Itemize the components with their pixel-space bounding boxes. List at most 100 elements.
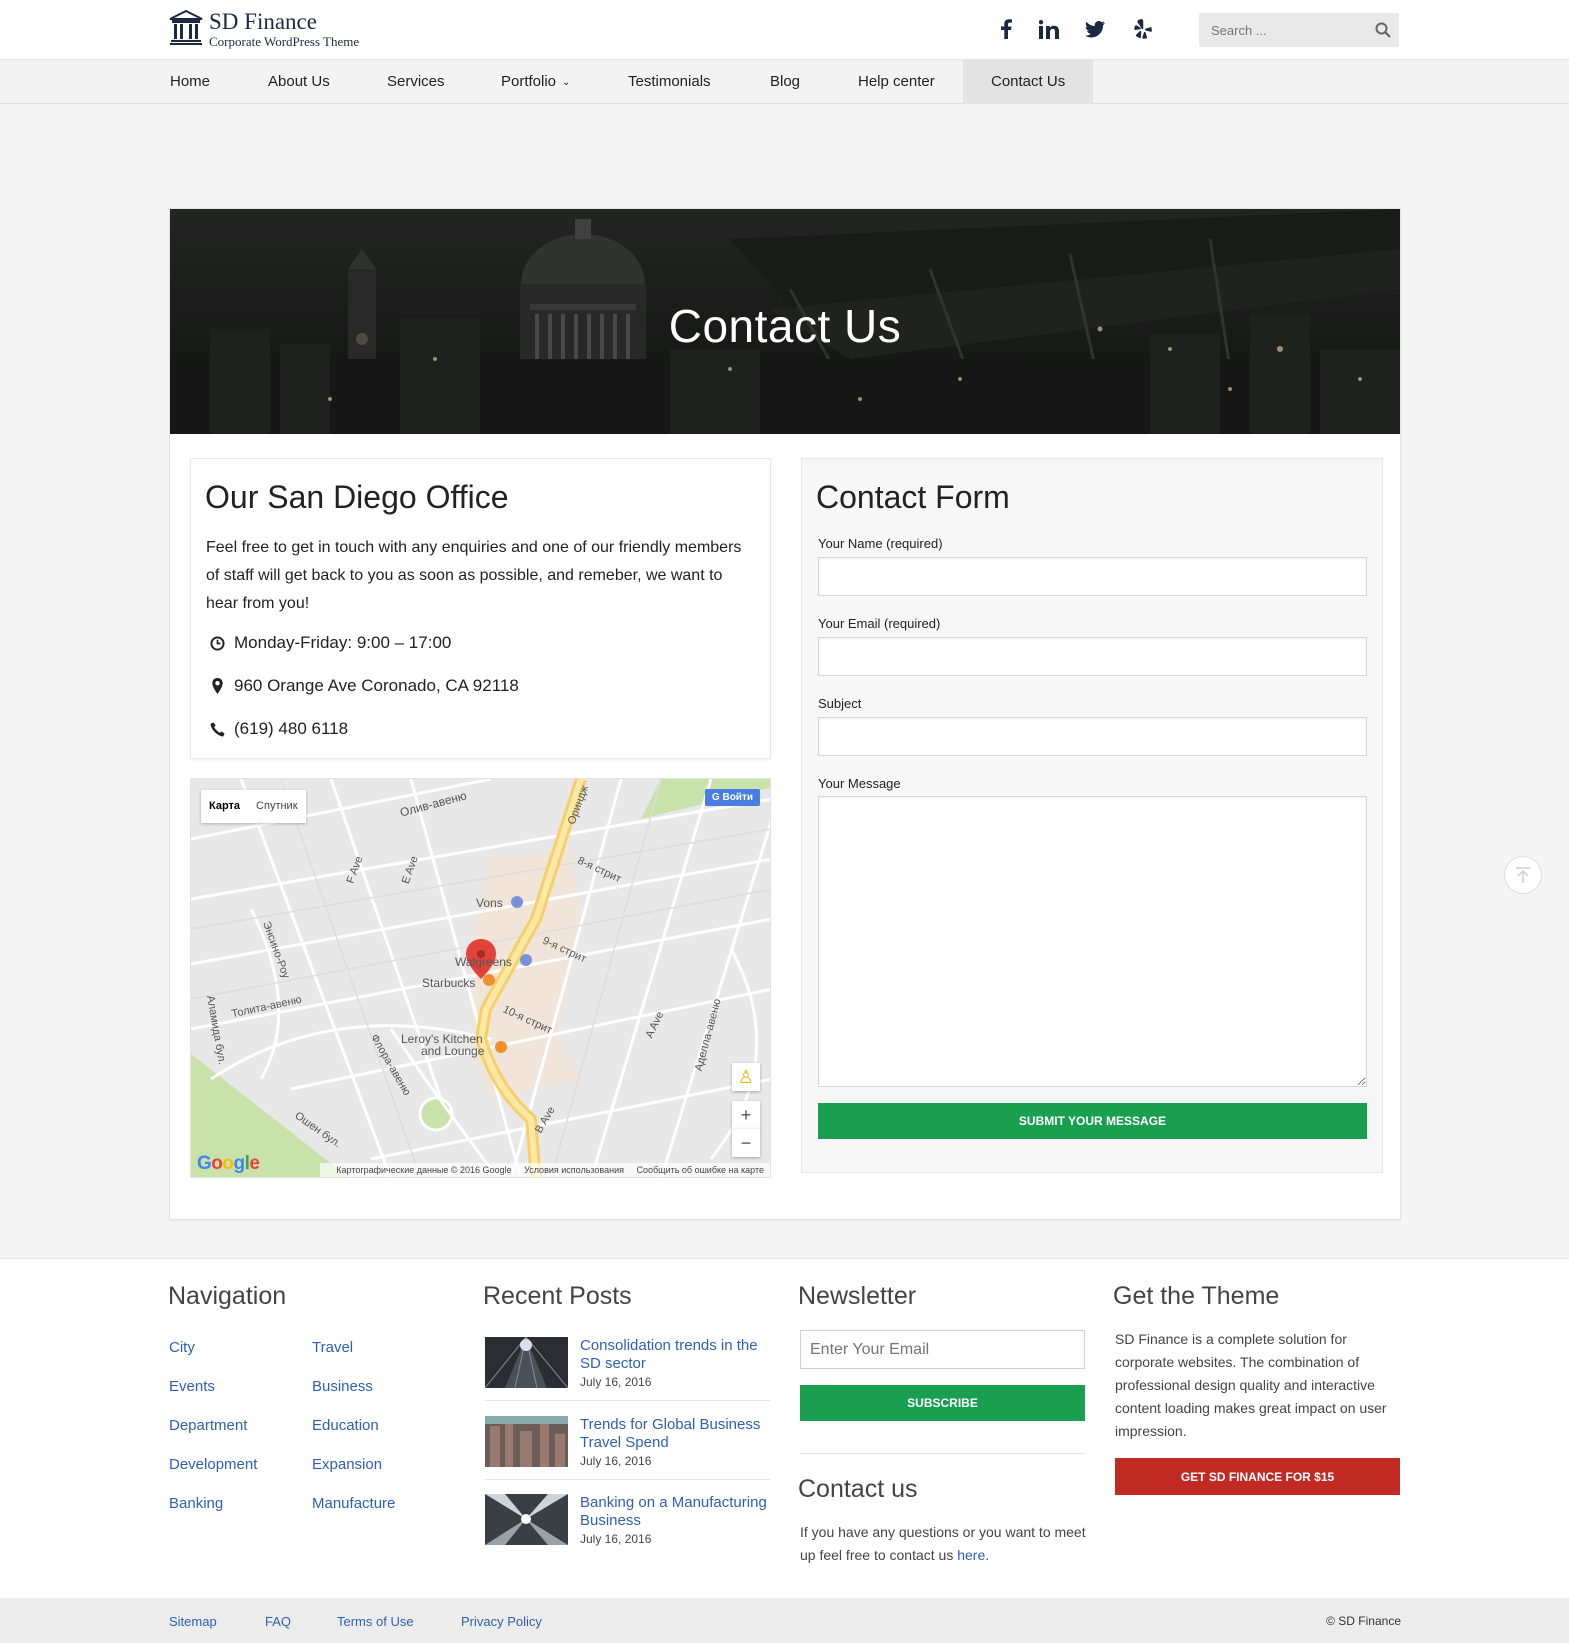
map-tab-map[interactable]: Карта: [201, 790, 248, 823]
bottom-bar: Sitemap FAQ Terms of Use Privacy Policy …: [0, 1598, 1569, 1643]
scroll-to-top-button[interactable]: [1504, 856, 1542, 894]
newsletter-email-input[interactable]: [800, 1330, 1085, 1369]
page-banner: Contact Us: [170, 209, 1400, 434]
search-icon[interactable]: [1375, 22, 1391, 38]
zoom-in-button[interactable]: +: [732, 1101, 760, 1129]
nav-services[interactable]: Services: [359, 60, 473, 104]
nav-blog[interactable]: Blog: [742, 60, 828, 104]
nav-testimonials-label: Testimonials: [628, 73, 711, 90]
content-container: Contact Us Our San Diego Office Feel fre…: [169, 208, 1401, 1220]
post-thumbnail[interactable]: [485, 1337, 568, 1388]
map-footer: Картографические данные © 2016 Google Ус…: [320, 1163, 770, 1177]
map-login-button[interactable]: G Войти: [704, 789, 760, 806]
post-title[interactable]: Trends for Global Business Travel Spend: [580, 1416, 770, 1452]
footer-link-events[interactable]: Events: [169, 1378, 215, 1395]
office-address-text: 960 Orange Ave Coronado, CA 92118: [234, 676, 519, 695]
copyright: © SD Finance: [1326, 1614, 1401, 1628]
footer-contact-text: If you have any questions or you want to…: [800, 1521, 1090, 1567]
nav-portfolio-label: Portfolio: [501, 73, 557, 90]
chevron-down-icon: ⌄: [562, 77, 571, 88]
nav-help-center[interactable]: Help center: [830, 60, 963, 104]
footer-link-business[interactable]: Business: [312, 1378, 373, 1395]
map-label-vons: Vons: [476, 896, 503, 910]
office-title: Our San Diego Office: [205, 479, 509, 515]
brand-subtitle: Corporate WordPress Theme: [209, 34, 360, 49]
footer-link-development[interactable]: Development: [169, 1456, 257, 1473]
footer-newsletter-title: Newsletter: [798, 1282, 917, 1310]
office-phone: (619) 480 6118: [210, 719, 348, 739]
submit-button[interactable]: SUBMIT YOUR MESSAGE: [818, 1103, 1367, 1139]
footer-contact-sentence: If you have any questions or you want to…: [800, 1524, 1086, 1563]
nav-contact-us[interactable]: Contact Us: [963, 60, 1094, 104]
yelp-icon[interactable]: [1128, 14, 1158, 44]
map-marker-icon: [212, 678, 223, 694]
map-report-link[interactable]: Сообщить об ошибке на карте: [637, 1165, 764, 1175]
facebook-icon[interactable]: [991, 14, 1021, 44]
nav-about-us[interactable]: About Us: [240, 60, 358, 104]
nav-services-label: Services: [387, 73, 445, 90]
post-title[interactable]: Banking on a Manufacturing Business: [580, 1494, 770, 1530]
office-info-card: Our San Diego Office Feel free to get in…: [190, 458, 771, 759]
get-theme-button[interactable]: GET SD FINANCE FOR $15: [1115, 1458, 1400, 1495]
recent-post[interactable]: Banking on a Manufacturing Business July…: [485, 1494, 770, 1564]
top-header: SD Finance Corporate WordPress Theme: [0, 0, 1569, 59]
linkedin-icon[interactable]: [1034, 14, 1064, 44]
office-hours-text: Monday-Friday: 9:00 – 17:00: [234, 633, 452, 652]
footer-link-banking[interactable]: Banking: [169, 1495, 223, 1512]
footer-link-city[interactable]: City: [169, 1339, 195, 1356]
office-description: Feel free to get in touch with any enqui…: [206, 539, 742, 612]
post-thumbnail[interactable]: [485, 1494, 568, 1545]
google-logo: Google: [197, 1153, 260, 1174]
search-input[interactable]: [1199, 13, 1359, 47]
subject-field[interactable]: [818, 717, 1367, 756]
footer-link-department[interactable]: Department: [169, 1417, 247, 1434]
contact-form: Contact Form Your Name (required) Your E…: [801, 458, 1383, 1173]
footer-link-expansion[interactable]: Expansion: [312, 1456, 382, 1473]
twitter-icon[interactable]: [1080, 14, 1110, 44]
privacy-link[interactable]: Privacy Policy: [461, 1614, 542, 1629]
map-tab-satellite[interactable]: Спутник: [248, 790, 305, 823]
footer-recent-posts-title: Recent Posts: [483, 1282, 632, 1310]
subscribe-button[interactable]: SUBSCRIBE: [800, 1385, 1085, 1421]
recent-post[interactable]: Consolidation trends in the SD sector Ju…: [485, 1337, 770, 1407]
message-field[interactable]: [818, 796, 1367, 1087]
nav-help-center-label: Help center: [858, 73, 935, 90]
nav-testimonials[interactable]: Testimonials: [600, 60, 739, 104]
map-type-control: Карта Спутник: [201, 790, 306, 823]
footer-link-manufacture[interactable]: Manufacture: [312, 1495, 395, 1512]
office-address: 960 Orange Ave Coronado, CA 92118: [210, 676, 519, 696]
post-date: July 16, 2016: [580, 1454, 652, 1468]
google-map[interactable]: Олив-авеню Vons Walgreens Starbucks Lero…: [190, 778, 771, 1178]
post-thumbnail[interactable]: [485, 1416, 568, 1467]
zoom-out-button[interactable]: −: [732, 1129, 760, 1157]
faq-link[interactable]: FAQ: [265, 1614, 291, 1629]
nav-contact-us-label: Contact Us: [991, 73, 1066, 90]
arrow-up-icon: [1516, 867, 1530, 883]
post-title[interactable]: Consolidation trends in the SD sector: [580, 1337, 770, 1373]
nav-home-label: Home: [170, 73, 211, 90]
footer-contact-here-link[interactable]: here: [957, 1547, 985, 1563]
terms-link[interactable]: Terms of Use: [337, 1614, 414, 1629]
name-field[interactable]: [818, 557, 1367, 596]
sitemap-link[interactable]: Sitemap: [169, 1614, 217, 1629]
street-view-pegman-icon[interactable]: ♙: [732, 1063, 760, 1091]
bank-icon: [169, 10, 203, 45]
footer-link-education[interactable]: Education: [312, 1417, 379, 1434]
map-terms-link[interactable]: Условия использования: [524, 1165, 624, 1175]
clock-icon: [210, 635, 225, 651]
nav-home[interactable]: Home: [142, 60, 238, 104]
footer-contact-title: Contact us: [798, 1475, 918, 1503]
email-label: Your Email (required): [818, 616, 941, 631]
brand-title: SD Finance: [209, 9, 317, 34]
phone-icon: [210, 721, 225, 737]
recent-post[interactable]: Trends for Global Business Travel Spend …: [485, 1416, 770, 1486]
nav-portfolio[interactable]: Portfolio ⌄: [473, 60, 598, 104]
site-logo[interactable]: SD Finance Corporate WordPress Theme: [169, 10, 359, 49]
footer-link-travel[interactable]: Travel: [312, 1339, 353, 1356]
email-field[interactable]: [818, 637, 1367, 676]
map-label-leroys-2: and Lounge: [421, 1044, 485, 1058]
map-tiles[interactable]: [191, 779, 771, 1178]
map-label-walgreens: Walgreens: [455, 955, 512, 969]
map-data-credit: Картографические данные © 2016 Google: [336, 1165, 512, 1175]
post-date: July 16, 2016: [580, 1375, 652, 1389]
